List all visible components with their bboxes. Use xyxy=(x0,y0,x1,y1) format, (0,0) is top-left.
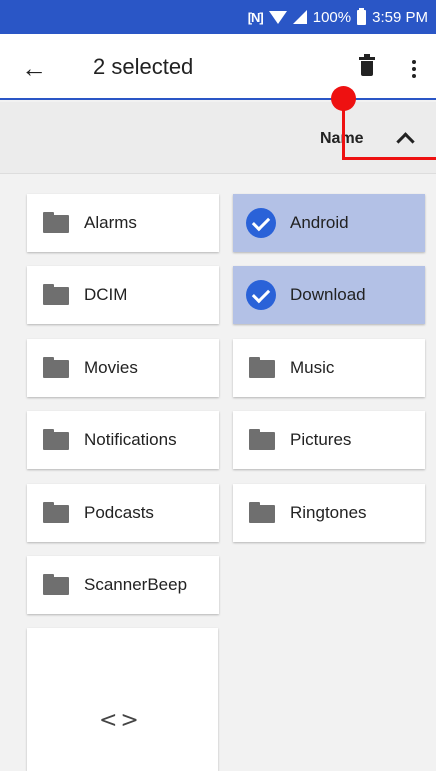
sort-bar: Name xyxy=(0,102,436,174)
check-circle-icon xyxy=(246,280,276,310)
folder-card[interactable]: DCIM xyxy=(27,266,219,324)
more-vert-icon-dot xyxy=(412,74,416,78)
folder-name: Android xyxy=(290,213,349,232)
folder-icon xyxy=(43,429,69,450)
status-icons: [N] 100% 3:59 PM xyxy=(248,0,428,34)
folder-icon xyxy=(43,502,69,523)
battery-icon xyxy=(357,7,367,25)
folder-grid: Alarms Android DCIM Download Movies Musi… xyxy=(0,174,436,771)
chevron-up-icon[interactable] xyxy=(393,126,417,150)
folder-name: Notifications xyxy=(84,430,177,449)
more-vert-icon-dot xyxy=(412,60,416,64)
folder-name: Alarms xyxy=(84,213,137,232)
code-icon: <> xyxy=(99,708,142,733)
folder-card[interactable]: Download xyxy=(233,266,425,324)
folder-icon xyxy=(43,574,69,595)
folder-card[interactable]: Movies xyxy=(27,339,219,397)
folder-name: Download xyxy=(290,285,366,304)
folder-card[interactable]: Ringtones xyxy=(233,484,425,542)
battery-percent: 100% xyxy=(312,8,352,26)
app-bar: ← 2 selected xyxy=(0,34,436,100)
more-vert-icon-dot xyxy=(412,67,416,71)
folder-icon xyxy=(43,212,69,233)
folder-card[interactable]: Music xyxy=(233,339,425,397)
folder-icon xyxy=(249,357,275,378)
touch-indicator-dot xyxy=(331,86,356,111)
folder-name: Music xyxy=(290,358,335,377)
folder-name: Ringtones xyxy=(290,503,367,522)
folder-card[interactable]: Podcasts xyxy=(27,484,219,542)
folder-name: Pictures xyxy=(290,430,352,449)
selection-count-title: 2 selected xyxy=(93,54,194,79)
wifi-icon xyxy=(268,10,287,24)
folder-icon xyxy=(43,357,69,378)
status-time: 3:59 PM xyxy=(372,8,428,26)
back-button[interactable]: ← xyxy=(14,48,54,88)
preview-card[interactable]: <> xyxy=(27,628,218,771)
folder-name: ScannerBeep xyxy=(84,575,188,594)
folder-name: Movies xyxy=(84,358,138,377)
delete-button[interactable] xyxy=(350,52,384,86)
folder-card[interactable]: ScannerBeep xyxy=(27,556,219,614)
folder-card[interactable]: Android xyxy=(233,194,425,252)
annotation-line xyxy=(342,157,436,160)
folder-name: DCIM xyxy=(84,285,128,304)
more-options-button[interactable] xyxy=(402,52,426,86)
folder-icon xyxy=(249,429,275,450)
folder-card[interactable]: Pictures xyxy=(233,411,425,469)
status-bar: [N] 100% 3:59 PM xyxy=(0,0,436,34)
folder-icon xyxy=(43,284,69,305)
nfc-icon: [N] xyxy=(247,9,264,25)
check-circle-icon xyxy=(246,208,276,238)
arrow-back-icon: ← xyxy=(21,52,47,83)
folder-icon xyxy=(249,502,275,523)
folder-card[interactable]: Notifications xyxy=(27,411,219,469)
cell-signal-icon xyxy=(292,10,307,24)
folder-name: Podcasts xyxy=(84,503,154,522)
folder-card[interactable]: Alarms xyxy=(27,194,219,252)
